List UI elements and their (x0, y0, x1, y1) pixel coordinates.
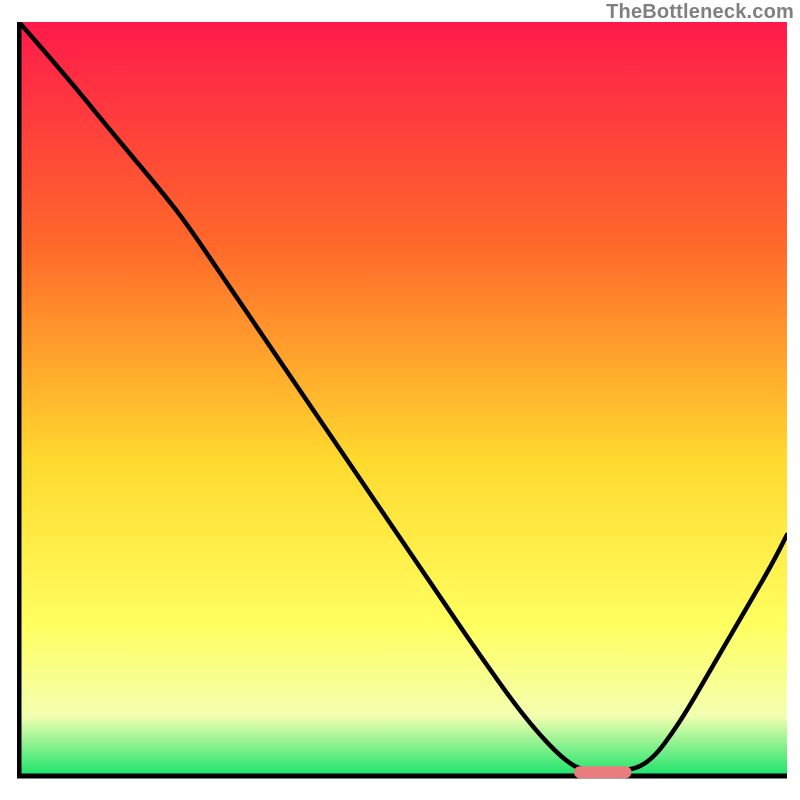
plot-svg (17, 22, 787, 780)
gradient-background (19, 22, 787, 776)
optimal-marker (574, 766, 632, 778)
plot-area (17, 22, 787, 780)
watermark-text: TheBottleneck.com (606, 1, 794, 24)
chart-stage: TheBottleneck.com (0, 0, 800, 800)
